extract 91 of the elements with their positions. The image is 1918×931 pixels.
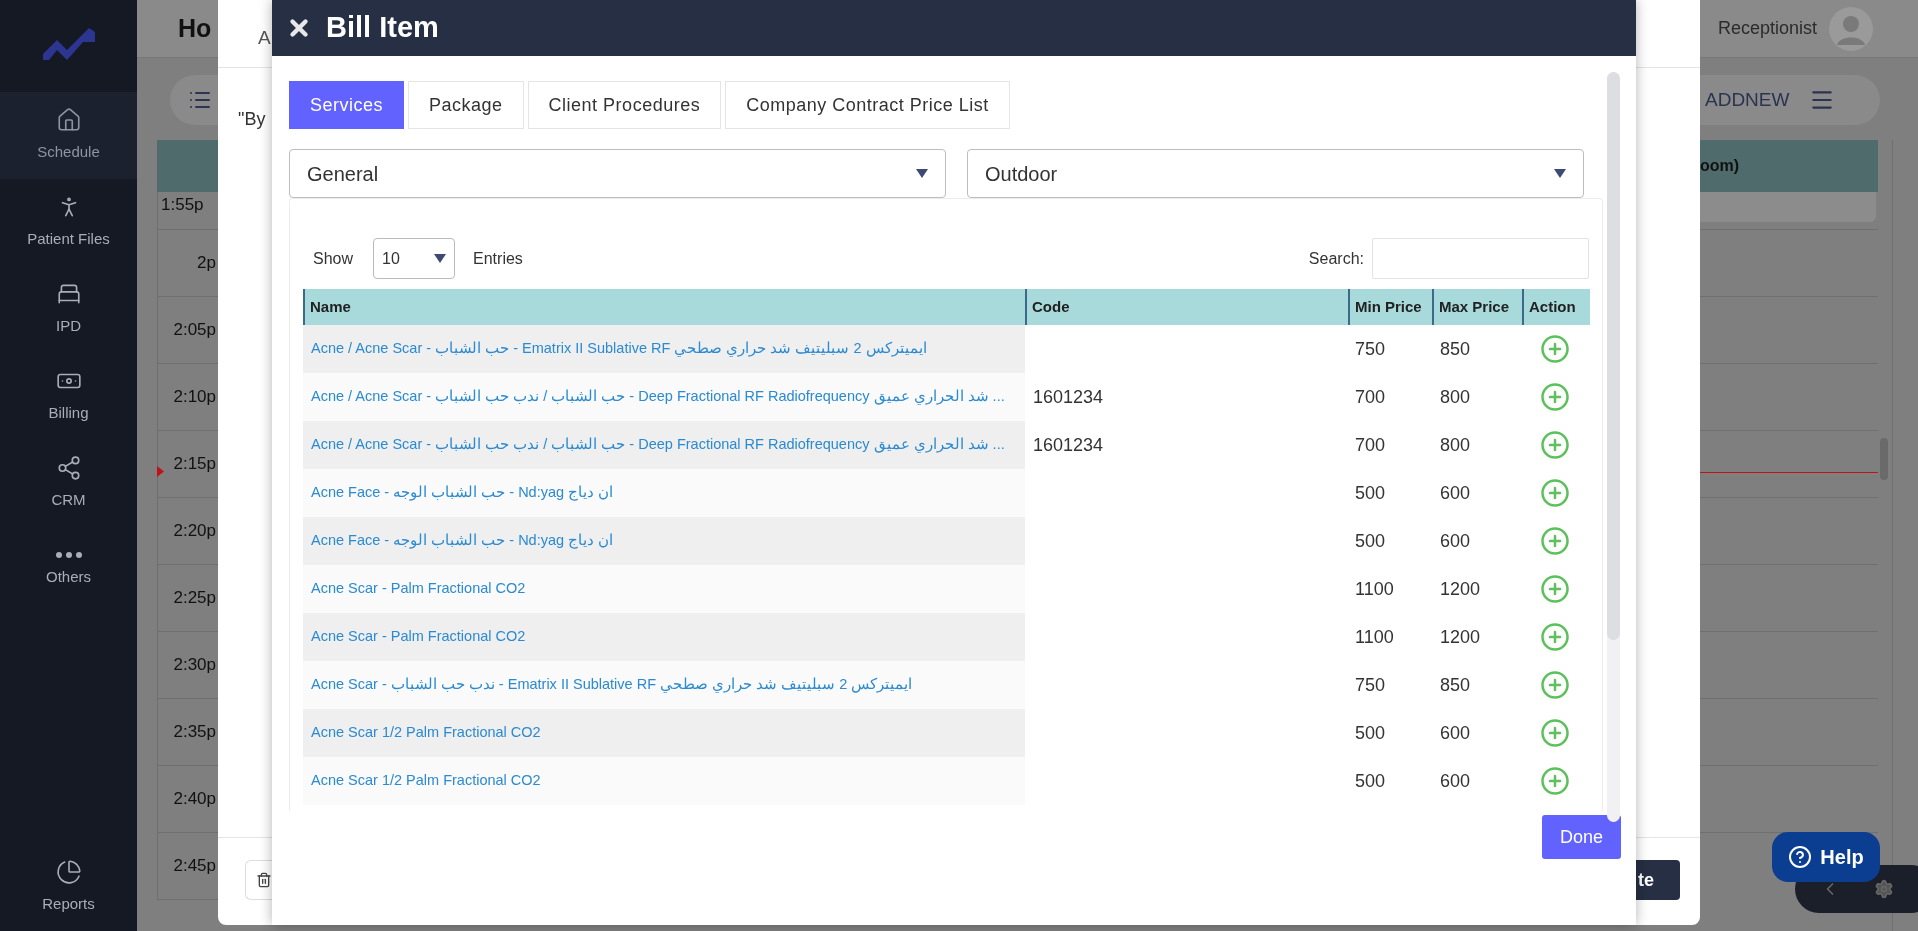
table-cell: 1601234 bbox=[1033, 386, 1104, 407]
time-label: 2p bbox=[197, 252, 216, 275]
service-link[interactable]: Acne Scar 1/2 Palm Fractional CO2 bbox=[311, 770, 541, 792]
save-button[interactable]: te bbox=[1636, 860, 1680, 900]
more-icon bbox=[55, 552, 82, 559]
time-label: 2:15p bbox=[173, 453, 216, 476]
add-icon[interactable] bbox=[1540, 334, 1570, 364]
column-header: oom) bbox=[1700, 156, 1740, 176]
caret-icon bbox=[434, 254, 447, 263]
table-cell: 1100 bbox=[1355, 626, 1394, 647]
dialog-title: Bill Item bbox=[326, 10, 439, 46]
column-header[interactable]: Code bbox=[1025, 289, 1348, 325]
trash-icon bbox=[256, 872, 272, 888]
search-field[interactable] bbox=[1372, 238, 1589, 279]
table-cell: 500 bbox=[1355, 530, 1386, 551]
tab[interactable]: Client Procedures bbox=[527, 81, 722, 129]
sidebar-item[interactable]: Reports bbox=[0, 847, 137, 927]
add-icon[interactable] bbox=[1540, 430, 1570, 460]
dropdown[interactable]: Outdoor bbox=[967, 149, 1584, 198]
column-header[interactable]: Action bbox=[1522, 289, 1588, 325]
table-cell: 600 bbox=[1440, 722, 1471, 743]
table-cell: 1200 bbox=[1440, 578, 1481, 599]
house-icon bbox=[55, 107, 82, 134]
column-header[interactable]: Min Price bbox=[1348, 289, 1432, 325]
table-cell: 850 bbox=[1440, 338, 1471, 359]
column-header[interactable]: Max Price bbox=[1432, 289, 1522, 325]
table-cell: 700 bbox=[1355, 434, 1386, 455]
table-cell: 1100 bbox=[1355, 578, 1394, 599]
add-icon[interactable] bbox=[1540, 526, 1570, 556]
settings-icon[interactable] bbox=[1874, 879, 1894, 899]
dialog-text: "By bbox=[238, 109, 266, 129]
table-cell: 1601234 bbox=[1033, 434, 1104, 455]
user-name: Receptionist bbox=[1718, 17, 1818, 40]
time-label: 2:45p bbox=[173, 855, 216, 878]
time-label: 2:10p bbox=[173, 386, 216, 409]
add-icon[interactable] bbox=[1540, 622, 1570, 652]
time-label: 2:25p bbox=[173, 587, 216, 610]
table-cell: 800 bbox=[1440, 434, 1471, 455]
sidebar-item[interactable]: Schedule bbox=[0, 92, 137, 179]
tab[interactable]: A bbox=[258, 27, 271, 48]
sidebar-item[interactable]: IPD bbox=[0, 266, 137, 353]
tab[interactable]: Package bbox=[408, 81, 524, 129]
tab[interactable]: Company Contract Price List bbox=[725, 81, 1010, 129]
table-cell: 850 bbox=[1440, 674, 1471, 695]
show-label: Show bbox=[313, 248, 354, 269]
time-label: 1:55p bbox=[161, 195, 204, 214]
table-cell: 1200 bbox=[1440, 626, 1481, 647]
table-cell: 800 bbox=[1440, 386, 1471, 407]
time-label: 2:30p bbox=[173, 654, 216, 677]
sidebar-item[interactable]: Billing bbox=[0, 353, 137, 440]
table-cell: 700 bbox=[1355, 386, 1386, 407]
pie-chart-icon bbox=[55, 858, 82, 885]
caret-icon bbox=[1554, 169, 1566, 178]
table-cell: 750 bbox=[1355, 674, 1386, 695]
table-cell: 500 bbox=[1355, 770, 1386, 791]
add-icon[interactable] bbox=[1540, 766, 1570, 796]
entries-label: Entries bbox=[473, 248, 523, 269]
table-cell: 600 bbox=[1440, 482, 1471, 503]
search-label: Search: bbox=[1308, 248, 1364, 269]
page-size-select[interactable]: 10 bbox=[373, 238, 456, 279]
add-icon[interactable] bbox=[1540, 382, 1570, 412]
add-icon[interactable] bbox=[1540, 670, 1570, 700]
current-time-marker bbox=[157, 466, 164, 477]
table-cell: 750 bbox=[1355, 338, 1386, 359]
sidebar-item[interactable]: Others bbox=[0, 527, 137, 614]
table-cell: 600 bbox=[1440, 770, 1471, 791]
add-icon[interactable] bbox=[1540, 718, 1570, 748]
time-label: 2:20p bbox=[173, 520, 216, 543]
sidebar-item[interactable]: CRM bbox=[0, 440, 137, 527]
page-title: Ho bbox=[178, 12, 212, 44]
dropdown[interactable]: General bbox=[289, 149, 946, 198]
add-icon[interactable] bbox=[1540, 574, 1570, 604]
table-cell: 500 bbox=[1355, 482, 1386, 503]
done-button[interactable]: Done bbox=[1542, 815, 1621, 859]
service-link[interactable]: Acne Scar - Palm Fractional CO2 bbox=[311, 578, 526, 600]
table-cell: 600 bbox=[1440, 530, 1471, 551]
avatar[interactable] bbox=[1829, 6, 1874, 51]
table-cell: 500 bbox=[1355, 722, 1386, 743]
time-label: 2:05p bbox=[173, 319, 216, 342]
sidebar-item[interactable]: Patient Files bbox=[0, 179, 137, 266]
add-icon[interactable] bbox=[1540, 478, 1570, 508]
help-button[interactable]: Help bbox=[1772, 832, 1880, 882]
caret-icon bbox=[916, 169, 928, 178]
help-icon bbox=[1788, 845, 1813, 869]
service-link[interactable]: Acne Face - حب الشباب الوجه - Nd:yag ان دياج bbox=[311, 482, 614, 504]
time-label: 2:35p bbox=[173, 721, 216, 744]
time-label: 2:40p bbox=[173, 788, 216, 811]
delete-button[interactable] bbox=[245, 860, 272, 900]
tab[interactable]: Services bbox=[289, 81, 405, 129]
column-header[interactable]: Name bbox=[305, 289, 1025, 325]
table-header bbox=[157, 140, 218, 192]
